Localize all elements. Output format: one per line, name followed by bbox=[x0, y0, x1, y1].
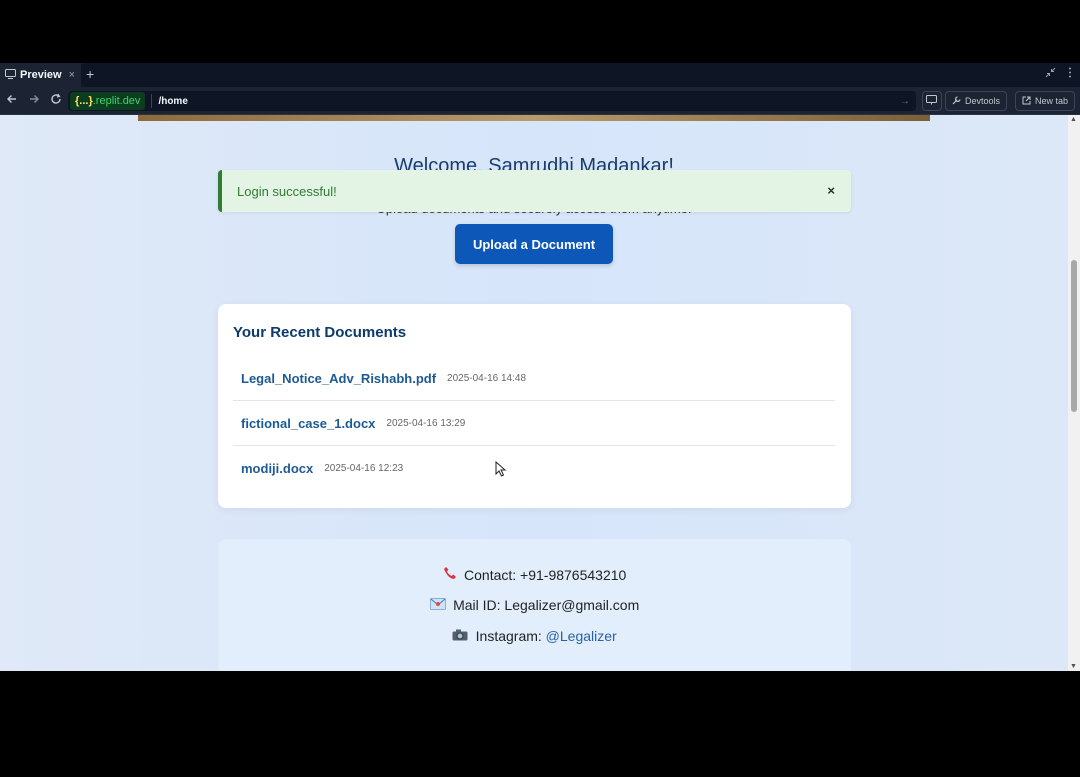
document-link[interactable]: fictional_case_1.docx bbox=[241, 416, 375, 431]
new-tab-label: New tab bbox=[1035, 96, 1069, 106]
scroll-up-icon[interactable]: ▲ bbox=[1070, 116, 1077, 123]
list-item: Legal_Notice_Adv_Rishabh.pdf 2025-04-16 … bbox=[233, 356, 835, 401]
phone-icon bbox=[443, 567, 460, 583]
address-field[interactable]: {...}.replit.dev /home → bbox=[68, 91, 916, 111]
more-menu-icon[interactable] bbox=[1068, 67, 1072, 81]
contact-instagram: Instagram: @Legalizer bbox=[218, 628, 851, 644]
forward-arrow-icon[interactable] bbox=[28, 93, 40, 108]
contact-phone: Contact: +91-9876543210 bbox=[218, 566, 851, 583]
scroll-down-icon[interactable]: ▼ bbox=[1070, 663, 1077, 670]
list-item: fictional_case_1.docx 2025-04-16 13:29 bbox=[233, 401, 835, 446]
external-link-icon bbox=[1022, 96, 1031, 107]
screen-icon bbox=[926, 95, 937, 107]
list-item: modiji.docx 2025-04-16 12:23 bbox=[233, 446, 835, 491]
instagram-link[interactable]: @Legalizer bbox=[546, 628, 617, 644]
url-path: /home bbox=[158, 95, 188, 107]
devtools-button[interactable]: Devtools bbox=[945, 91, 1008, 111]
new-tab-button[interactable]: New tab bbox=[1015, 91, 1076, 111]
vertical-scrollbar[interactable]: ▲ ▼ bbox=[1068, 115, 1080, 671]
scrollbar-thumb[interactable] bbox=[1071, 260, 1077, 412]
success-alert: Login successful! × bbox=[218, 170, 851, 212]
tab-close-icon[interactable]: × bbox=[69, 69, 75, 81]
reload-icon[interactable] bbox=[50, 93, 62, 108]
recent-documents-card: Your Recent Documents Legal_Notice_Adv_R… bbox=[218, 304, 851, 508]
document-list: Legal_Notice_Adv_Rishabh.pdf 2025-04-16 … bbox=[233, 356, 835, 491]
document-date: 2025-04-16 13:29 bbox=[386, 417, 466, 429]
minimize-icon[interactable] bbox=[1045, 67, 1056, 81]
page-viewport: Welcome, Samrudhi Madankar! Upload docum… bbox=[0, 115, 1068, 671]
alert-message: Login successful! bbox=[237, 183, 337, 199]
tab-preview[interactable]: Preview × bbox=[0, 63, 81, 87]
browser-url-bar: {...}.replit.dev /home → Devtools New ta… bbox=[0, 87, 1080, 115]
document-date: 2025-04-16 14:48 bbox=[447, 372, 527, 384]
recent-documents-title: Your Recent Documents bbox=[233, 324, 407, 341]
contact-footer: Contact: +91-9876543210 Mail ID: Legaliz… bbox=[218, 539, 851, 671]
envelope-icon bbox=[429, 598, 449, 613]
upload-document-button[interactable]: Upload a Document bbox=[455, 224, 613, 264]
camera-icon bbox=[452, 629, 471, 644]
browser-tab-bar: Preview × + bbox=[0, 63, 1080, 87]
devtools-label: Devtools bbox=[965, 96, 1001, 106]
go-arrow-icon[interactable]: → bbox=[900, 96, 910, 107]
mouse-cursor-icon bbox=[495, 460, 507, 482]
alert-close-icon[interactable]: × bbox=[827, 183, 835, 198]
document-link[interactable]: modiji.docx bbox=[241, 461, 313, 476]
back-arrow-icon[interactable] bbox=[6, 93, 18, 108]
document-link[interactable]: Legal_Notice_Adv_Rishabh.pdf bbox=[241, 371, 436, 386]
contact-mail: Mail ID: Legalizer@gmail.com bbox=[218, 597, 851, 613]
tab-label: Preview bbox=[20, 69, 62, 81]
monitor-icon bbox=[5, 66, 16, 84]
wrench-icon bbox=[952, 95, 961, 107]
host-badge: {...}.replit.dev bbox=[70, 92, 146, 110]
new-tab-plus-icon[interactable]: + bbox=[86, 66, 94, 82]
hero-image-edge bbox=[138, 115, 930, 121]
device-preview-button[interactable] bbox=[922, 91, 942, 111]
document-date: 2025-04-16 12:23 bbox=[324, 463, 404, 474]
